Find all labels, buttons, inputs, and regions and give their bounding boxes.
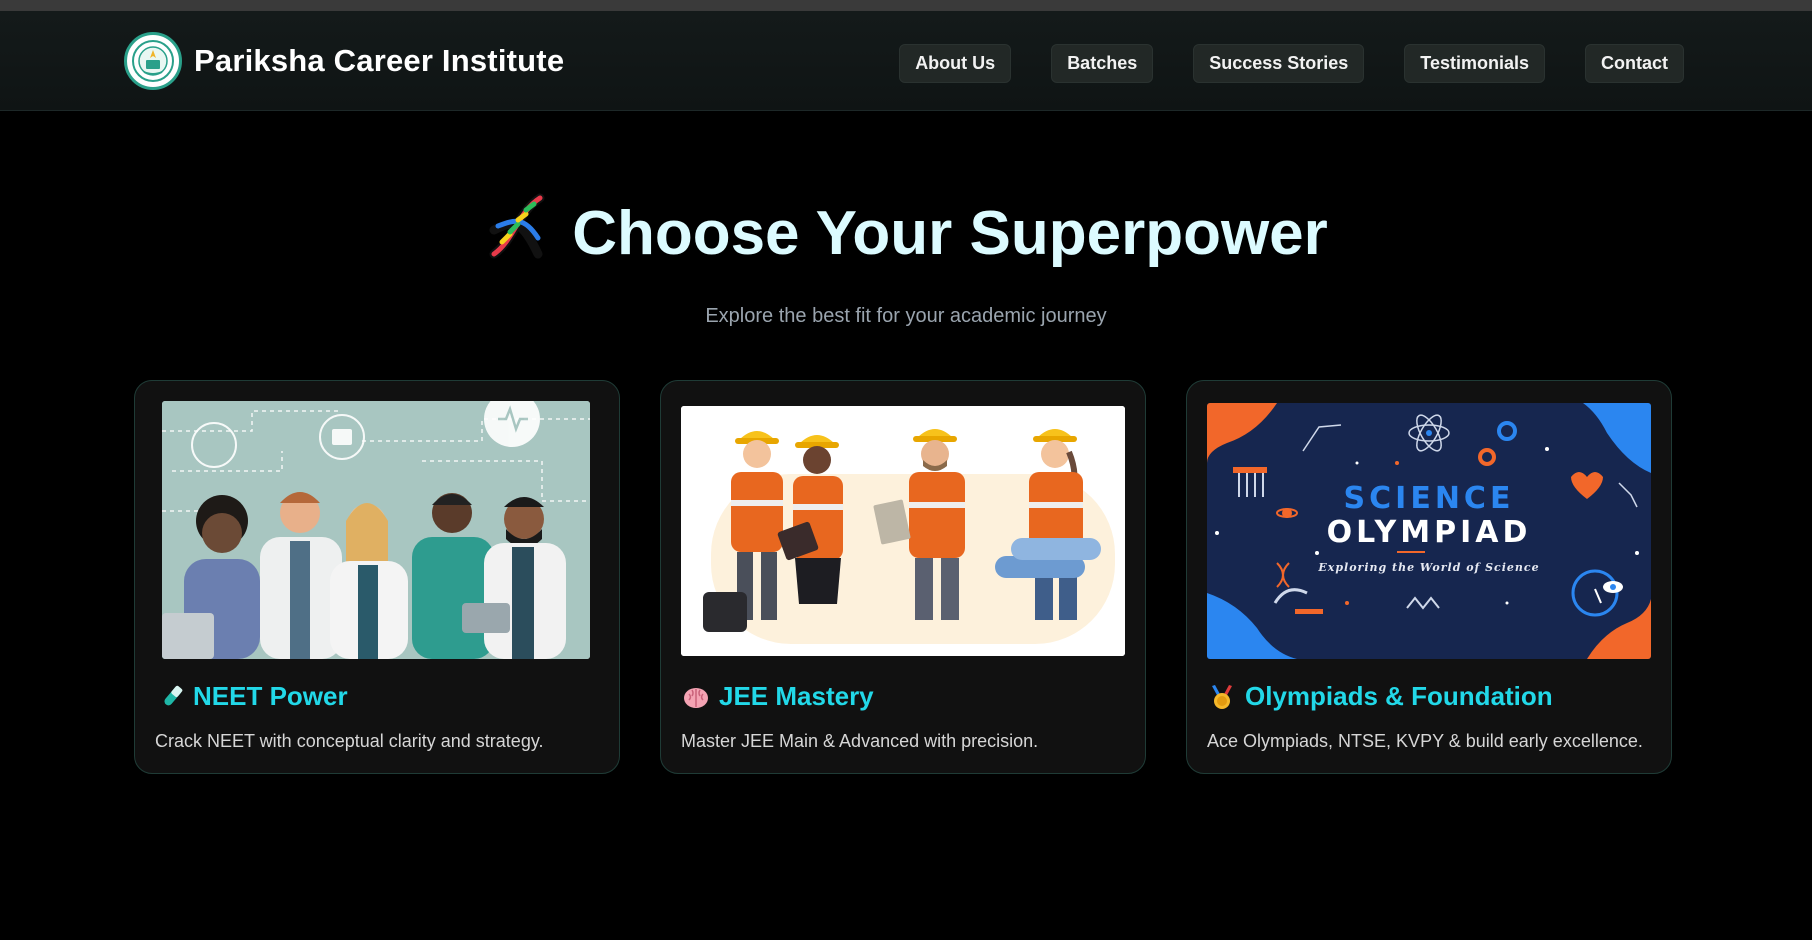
hero-title: Choose Your Superpower: [572, 199, 1328, 268]
hero-heading: Choose Your Superpower: [484, 190, 1328, 277]
card-neet-heading: NEET Power: [193, 681, 348, 711]
institute-logo: [124, 32, 182, 90]
card-olympiad-heading: Olympiads & Foundation: [1245, 681, 1553, 711]
olympiad-illustration: SCIENCE OLYMPIAD Exploring the World of …: [1207, 403, 1651, 659]
card-jee[interactable]: JEE Mastery Master JEE Main & Advanced w…: [660, 380, 1146, 774]
jee-illustration: [681, 406, 1125, 656]
olympiad-tagline: Exploring the World of Science: [1318, 561, 1540, 574]
card-jee-title: JEE Mastery: [683, 681, 874, 712]
nav-about-us[interactable]: About Us: [899, 44, 1012, 83]
card-neet[interactable]: NEET Power Crack NEET with conceptual cl…: [134, 380, 620, 774]
card-jee-description: Master JEE Main & Advanced with precisio…: [681, 731, 1039, 751]
brand-name: Pariksha Career Institute: [194, 43, 565, 78]
nav-success-stories[interactable]: Success Stories: [1193, 44, 1365, 83]
card-olympiad-description: Ace Olympiads, NTSE, KVPY & build early …: [1207, 731, 1643, 751]
card-olympiad-title: Olympiads & Foundation: [1209, 681, 1553, 712]
olympiad-title-line2: OLYMPIAD: [1326, 515, 1532, 550]
brand[interactable]: Pariksha Career Institute: [124, 31, 564, 91]
main-nav: About Us Batches Success Stories Testimo…: [899, 44, 1684, 83]
hero-subtitle: Explore the best fit for your academic j…: [705, 305, 1107, 327]
hero-section: Choose Your Superpower Explore the best …: [0, 190, 1812, 328]
browser-top-strip: [0, 0, 1812, 11]
medal-icon: [1209, 684, 1235, 710]
neet-illustration: [162, 401, 590, 659]
brain-icon: [683, 684, 709, 710]
test-tube-icon: [157, 684, 183, 710]
navbar: Pariksha Career Institute About Us Batch…: [0, 11, 1812, 111]
program-cards: NEET Power Crack NEET with conceptual cl…: [134, 380, 1672, 774]
card-neet-description: Crack NEET with conceptual clarity and s…: [155, 731, 544, 751]
card-neet-title: NEET Power: [157, 681, 348, 712]
dna-icon: [484, 190, 548, 277]
olympiad-title-line1: SCIENCE: [1343, 481, 1515, 516]
nav-testimonials[interactable]: Testimonials: [1404, 44, 1545, 83]
nav-contact[interactable]: Contact: [1585, 44, 1684, 83]
card-olympiad[interactable]: SCIENCE OLYMPIAD Exploring the World of …: [1186, 380, 1672, 774]
nav-batches[interactable]: Batches: [1051, 44, 1154, 83]
card-jee-heading: JEE Mastery: [719, 681, 874, 711]
